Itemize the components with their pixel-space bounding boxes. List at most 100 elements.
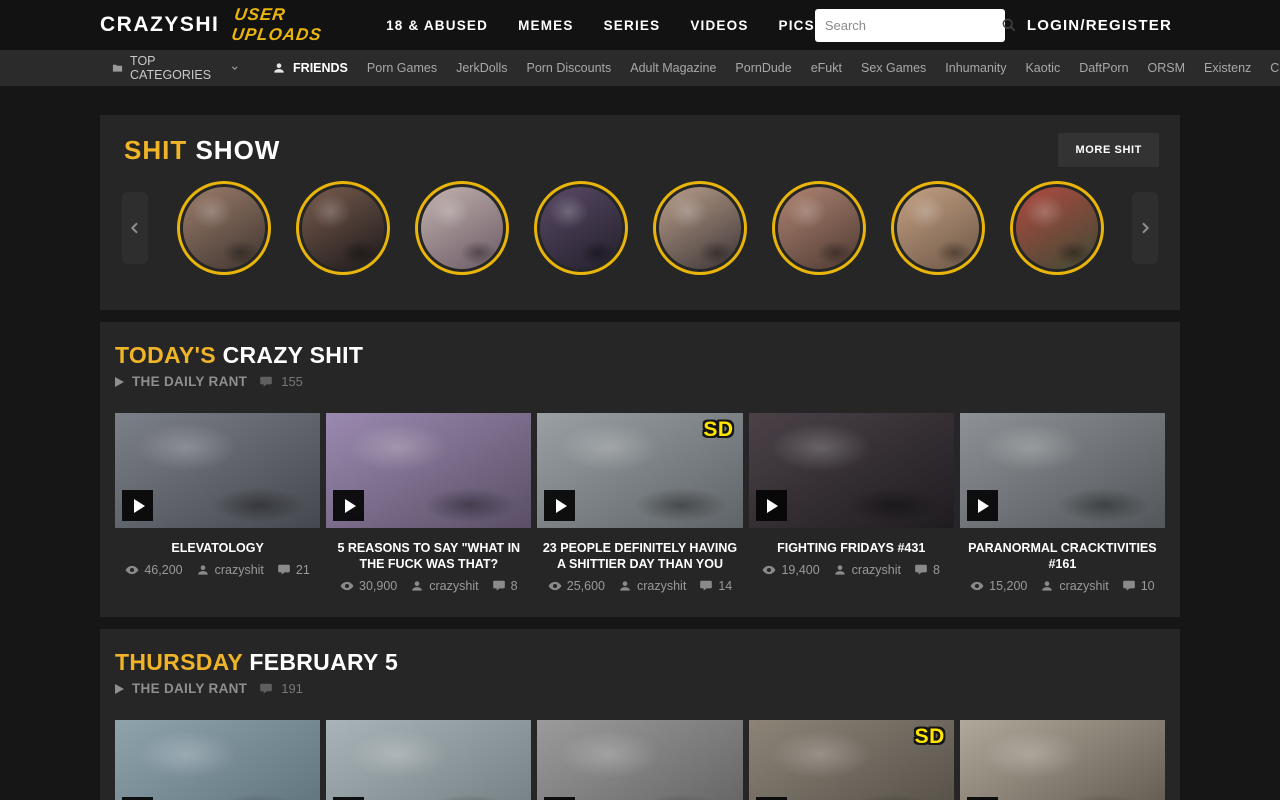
video-card[interactable]: SD xyxy=(960,720,1165,800)
partner-link[interactable]: eFukt xyxy=(811,61,842,75)
person-icon xyxy=(196,563,210,577)
site-logo[interactable]: CRAZYSHI xyxy=(100,13,219,37)
play-button[interactable] xyxy=(544,490,575,521)
video-card[interactable]: SD 5 REASONS TO SAY "WHAT IN THE FUCK WA… xyxy=(326,413,531,593)
shit-show-title-accent: SHIT xyxy=(124,135,187,165)
carousel-right-button[interactable] xyxy=(1132,192,1158,264)
partner-link[interactable]: JerkDolls xyxy=(456,61,507,75)
section-title-rest: CRAZY SHIT xyxy=(223,342,364,368)
daily-rant-link[interactable]: THE DAILY RANT xyxy=(132,374,247,389)
video-title[interactable]: 5 REASONS TO SAY "WHAT IN THE FUCK WAS T… xyxy=(330,540,527,572)
author-name: crazyshit xyxy=(215,563,264,577)
play-triangle-icon xyxy=(115,377,124,387)
login-register-link[interactable]: LOGIN/REGISTER xyxy=(1027,17,1172,34)
nav-item-memes[interactable]: MEMES xyxy=(518,18,574,33)
partner-link[interactable]: Porn Discounts xyxy=(526,61,611,75)
carousel-avatar[interactable] xyxy=(772,181,866,275)
partner-link[interactable]: Porn Games xyxy=(367,61,437,75)
video-thumbnail[interactable]: SD xyxy=(960,720,1165,800)
friends-link[interactable]: FRIENDS xyxy=(272,61,348,75)
nav-item-series[interactable]: SERIES xyxy=(604,18,661,33)
carousel-avatar[interactable] xyxy=(534,181,628,275)
main-nav: 18 & ABUSED MEMES SERIES VIDEOS PICS xyxy=(386,18,815,33)
video-thumbnail[interactable]: SD xyxy=(960,413,1165,528)
carousel-left-button[interactable] xyxy=(122,192,148,264)
partner-link[interactable]: DaftPorn xyxy=(1079,61,1128,75)
search-input[interactable] xyxy=(825,18,1001,33)
video-thumbnail[interactable]: SD xyxy=(326,720,531,800)
video-card[interactable]: SD xyxy=(749,720,954,800)
todays-cards: SD ELEVATOLOGY 46,200 xyxy=(100,389,1180,617)
author-name: crazyshit xyxy=(1059,579,1108,593)
carousel-avatar[interactable] xyxy=(296,181,390,275)
partner-link[interactable]: Inhumanity xyxy=(945,61,1006,75)
partner-link[interactable]: PornDude xyxy=(735,61,791,75)
comment-bubble-icon xyxy=(1122,579,1136,593)
play-button[interactable] xyxy=(122,490,153,521)
more-shit-button[interactable]: MORE SHIT xyxy=(1058,133,1159,167)
video-thumbnail[interactable]: SD xyxy=(537,720,742,800)
partner-link[interactable]: Celebs xyxy=(1270,61,1280,75)
thursday-section-title: THURSDAY FEBRUARY 5 xyxy=(115,649,1165,676)
partner-link[interactable]: ORSM xyxy=(1148,61,1186,75)
video-meta: 46,200 crazyshit 21 xyxy=(115,563,320,577)
avatar-thumbnail xyxy=(183,187,265,269)
video-card[interactable]: SD xyxy=(326,720,531,800)
video-thumbnail[interactable]: SD xyxy=(537,413,742,528)
top-categories-dropdown[interactable]: TOP CATEGORIES xyxy=(112,54,239,82)
comment-bubble-icon xyxy=(492,579,506,593)
partner-link[interactable]: Sex Games xyxy=(861,61,926,75)
eye-icon xyxy=(970,579,984,593)
nav-item-pics[interactable]: PICS xyxy=(779,18,815,33)
partner-links: Porn Games JerkDolls Porn Discounts Adul… xyxy=(367,61,1280,75)
play-button[interactable] xyxy=(756,490,787,521)
avatar-thumbnail xyxy=(778,187,860,269)
video-thumbnail[interactable]: SD xyxy=(115,413,320,528)
nav-item-videos[interactable]: VIDEOS xyxy=(690,18,748,33)
avatar-thumbnail xyxy=(897,187,979,269)
video-card[interactable]: SD FIGHTING FRIDAYS #431 19,400 xyxy=(749,413,954,593)
video-thumbnail[interactable]: SD xyxy=(749,720,954,800)
author-name: crazyshit xyxy=(637,579,686,593)
video-title[interactable]: PARANORMAL CRACKTIVITIES #161 xyxy=(964,540,1161,572)
eye-icon xyxy=(125,563,139,577)
partner-link[interactable]: Adult Magazine xyxy=(630,61,716,75)
person-icon xyxy=(1040,579,1054,593)
search-icon[interactable] xyxy=(1001,17,1017,33)
shit-show-title: SHIT SHOW xyxy=(124,135,280,166)
partner-link[interactable]: Existenz xyxy=(1204,61,1251,75)
comments-count: 21 xyxy=(296,563,310,577)
author-stat: crazyshit xyxy=(833,563,901,577)
video-card[interactable]: SD ELEVATOLOGY 46,200 xyxy=(115,413,320,593)
video-thumbnail[interactable]: SD xyxy=(115,720,320,800)
video-card[interactable]: SD xyxy=(537,720,742,800)
comments-count: 8 xyxy=(933,563,940,577)
carousel-avatar[interactable] xyxy=(415,181,509,275)
play-triangle-icon xyxy=(115,684,124,694)
video-title[interactable]: ELEVATOLOGY xyxy=(119,540,316,556)
todays-section-title: TODAY'S CRAZY SHIT xyxy=(115,342,1165,369)
daily-rant-link[interactable]: THE DAILY RANT xyxy=(132,681,247,696)
carousel-avatar[interactable] xyxy=(1010,181,1104,275)
video-thumbnail[interactable]: SD xyxy=(326,413,531,528)
carousel-avatar[interactable] xyxy=(653,181,747,275)
views-count: 30,900 xyxy=(359,579,397,593)
video-card[interactable]: SD PARANORMAL CRACKTIVITIES #161 15,200 xyxy=(960,413,1165,593)
nav-item-18-abused[interactable]: 18 & ABUSED xyxy=(386,18,488,33)
video-card[interactable]: SD 23 PEOPLE DEFINITELY HAVING A SHITTIE… xyxy=(537,413,742,593)
carousel-avatar[interactable] xyxy=(891,181,985,275)
video-title[interactable]: 23 PEOPLE DEFINITELY HAVING A SHITTIER D… xyxy=(541,540,738,572)
video-thumbnail[interactable]: SD xyxy=(749,413,954,528)
views-count: 25,600 xyxy=(567,579,605,593)
author-stat: crazyshit xyxy=(1040,579,1108,593)
play-button[interactable] xyxy=(333,490,364,521)
author-stat: crazyshit xyxy=(196,563,264,577)
play-button[interactable] xyxy=(967,490,998,521)
carousel-avatar[interactable] xyxy=(177,181,271,275)
partner-link[interactable]: Kaotic xyxy=(1025,61,1060,75)
video-title[interactable]: FIGHTING FRIDAYS #431 xyxy=(753,540,950,556)
chevron-left-icon xyxy=(127,220,143,236)
video-card[interactable]: SD xyxy=(115,720,320,800)
thursday-cards: SD SD SD xyxy=(100,696,1180,800)
logo-tagline[interactable]: USER UPLOADS xyxy=(231,5,361,45)
